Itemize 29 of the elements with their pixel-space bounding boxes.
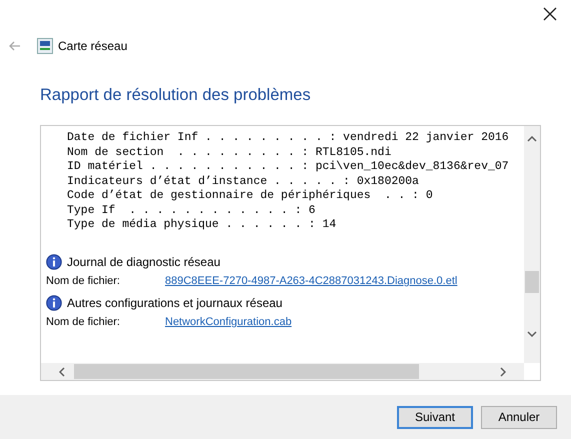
report-line: Indicateurs d’état d’instance . . . . . : 0x180200a (67, 174, 419, 189)
report-line: Type If . . . . . . . . . . . . : 6 (67, 204, 316, 218)
window-title: Carte réseau (58, 38, 128, 55)
close-icon[interactable] (543, 7, 557, 21)
scroll-thumb[interactable] (525, 271, 539, 293)
scroll-down-icon[interactable] (527, 331, 537, 337)
file-link[interactable]: NetworkConfiguration.cab (165, 314, 292, 331)
file-link[interactable]: 889C8EEE-7270-4987-A263-4C2887031243.Diagnose.0.etl (165, 273, 458, 290)
field-label: Nom de fichier: (46, 274, 121, 290)
page-heading: Rapport de résolution des problèmes (40, 85, 312, 105)
scroll-thumb[interactable] (74, 364, 419, 379)
report-line: Code d’état de gestionnaire de périphériques . . : 0 (67, 189, 433, 204)
dialog-button[interactable]: Suivant (397, 406, 473, 428)
report-line: Date de fichier Inf . . . . . . . . . : vendredi 22 janvier 2016 (67, 131, 509, 146)
vertical-scrollbar[interactable] (524, 126, 540, 363)
scroll-up-icon[interactable] (527, 136, 537, 142)
scroll-right-icon[interactable] (500, 366, 506, 376)
scroll-left-icon[interactable] (59, 366, 65, 376)
network-adapter-icon (37, 38, 53, 54)
info-icon (46, 254, 62, 270)
horizontal-scrollbar[interactable] (41, 363, 524, 380)
section-title: Journal de diagnostic réseau (67, 254, 220, 270)
info-icon (46, 294, 62, 310)
report-line: Type de média physique . . . . . . : 14 (67, 218, 336, 232)
field-label: Nom de fichier: (46, 315, 121, 330)
dialog-button[interactable]: Annuler (481, 406, 557, 428)
section-title: Autres configurations et journaux réseau (67, 294, 282, 312)
report-line: Nom de section . . . . . . . . . : RTL8105.ndi (67, 146, 392, 160)
report-line: ID matériel . . . . . . . . . . . : pci\ven_10ec&dev_8136&rev_07 (67, 160, 509, 174)
